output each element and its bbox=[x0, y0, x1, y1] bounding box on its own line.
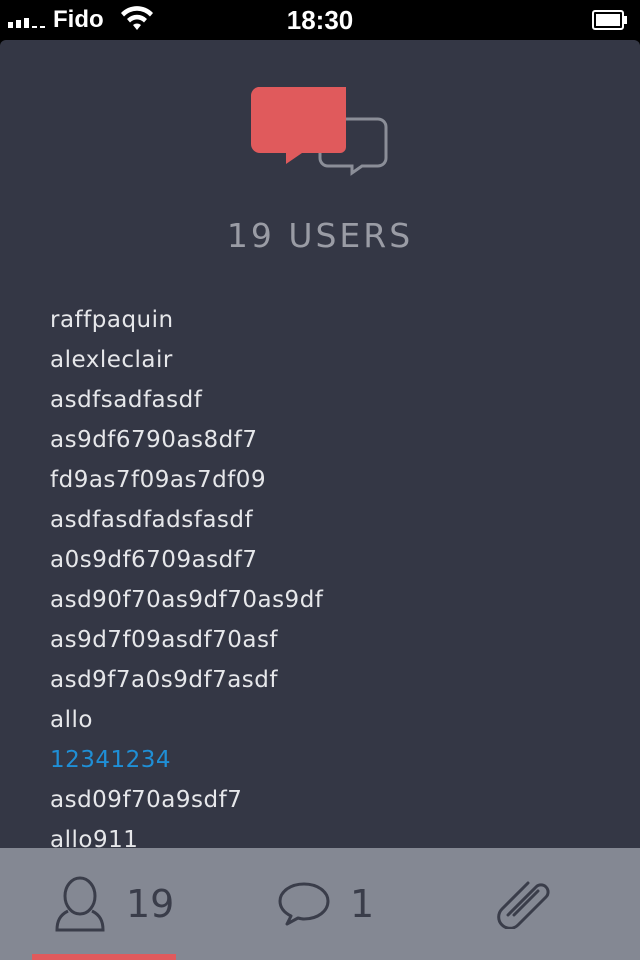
list-item[interactable]: as9d7f09asdf70asf bbox=[50, 620, 323, 660]
list-item[interactable]: as9df6790as8df7 bbox=[50, 420, 323, 460]
tab-attachments[interactable] bbox=[496, 848, 552, 960]
list-item[interactable]: asdfsadfasdf bbox=[50, 380, 323, 420]
active-tab-indicator bbox=[32, 954, 176, 960]
app-screen: Fido 18:30 19 USERS raffpaquin alexlecla… bbox=[0, 0, 640, 960]
status-bar: Fido 18:30 bbox=[0, 0, 640, 40]
tab-users[interactable]: 19 bbox=[54, 848, 174, 960]
list-item[interactable]: a0s9df6709asdf7 bbox=[50, 540, 323, 580]
list-item[interactable]: asd9f7a0s9df7asdf bbox=[50, 660, 323, 700]
tab-bar: 19 1 bbox=[0, 848, 640, 960]
speech-bubble-icon bbox=[278, 882, 330, 926]
users-panel: 19 USERS raffpaquin alexleclair asdfsadf… bbox=[0, 40, 640, 848]
user-list: raffpaquin alexleclair asdfsadfasdf as9d… bbox=[50, 300, 323, 848]
list-item[interactable]: alexleclair bbox=[50, 340, 323, 380]
chat-count: 1 bbox=[350, 882, 375, 926]
paperclip-icon bbox=[497, 881, 550, 929]
list-item[interactable]: asdfasdfadsfasdf bbox=[50, 500, 323, 540]
list-item[interactable]: fd9as7f09as7df09 bbox=[50, 460, 323, 500]
chat-bubbles-icon bbox=[250, 87, 388, 176]
list-item-highlighted[interactable]: 12341234 bbox=[50, 740, 323, 780]
clock: 18:30 bbox=[286, 5, 354, 35]
tab-chat[interactable]: 1 bbox=[278, 848, 374, 960]
battery-icon bbox=[592, 10, 627, 30]
list-item[interactable]: asd90f70as9df70as9df bbox=[50, 580, 323, 620]
users-count: 19 bbox=[126, 882, 175, 926]
list-item[interactable]: allo911 bbox=[50, 820, 323, 848]
list-item[interactable]: asd09f70a9sdf7 bbox=[50, 780, 323, 820]
user-icon bbox=[55, 876, 105, 932]
list-item[interactable]: raffpaquin bbox=[50, 300, 323, 340]
list-item[interactable]: allo bbox=[50, 700, 323, 740]
page-title: 19 USERS bbox=[226, 216, 414, 255]
